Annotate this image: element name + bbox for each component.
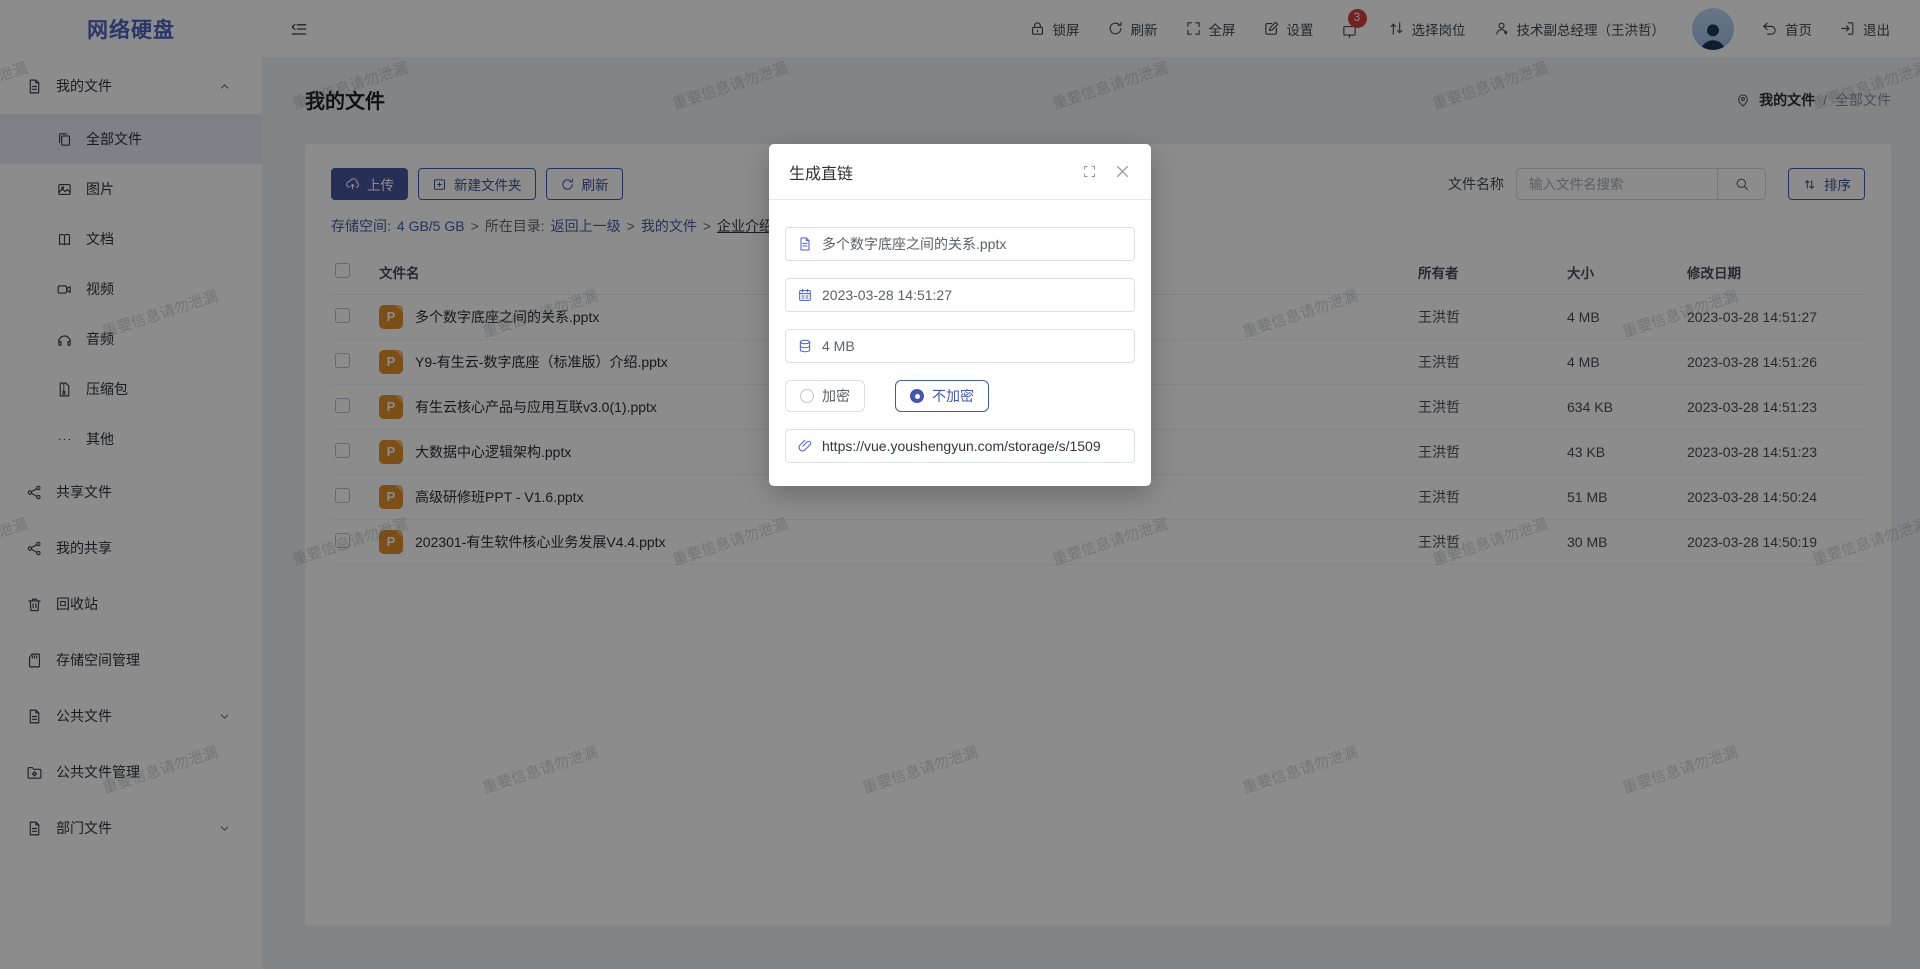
file-name-field: 多个数字底座之间的关系.pptx	[785, 227, 1135, 261]
radio-unselected-icon	[800, 389, 814, 403]
calendar-icon	[797, 287, 813, 303]
radio-selected-icon	[910, 389, 924, 403]
encrypt-radio-option[interactable]: 加密	[785, 380, 865, 412]
modal-tools	[1082, 163, 1131, 180]
generate-direct-link-modal: 生成直链 多个数字底座之间的关系.pptx 2023-03-28 14:51:2…	[769, 144, 1151, 486]
modal-title: 生成直链	[789, 160, 853, 184]
close-icon[interactable]	[1114, 163, 1131, 180]
file-size-field: 4 MB	[785, 329, 1135, 363]
file-icon	[797, 236, 813, 252]
direct-link-value: https://vue.youshengyun.com/storage/s/15…	[822, 438, 1101, 454]
file-name-value: 多个数字底座之间的关系.pptx	[822, 234, 1006, 254]
file-size-value: 4 MB	[822, 338, 855, 354]
modal-body: 多个数字底座之间的关系.pptx 2023-03-28 14:51:27 4 M…	[769, 200, 1151, 486]
modified-time-field: 2023-03-28 14:51:27	[785, 278, 1135, 312]
direct-link-field[interactable]: https://vue.youshengyun.com/storage/s/15…	[785, 429, 1135, 463]
expand-modal-icon[interactable]	[1082, 164, 1097, 179]
no-encrypt-label: 不加密	[932, 386, 974, 406]
modal-header: 生成直链	[769, 144, 1151, 200]
encryption-options: 加密 不加密	[785, 380, 1135, 412]
encrypt-label: 加密	[822, 386, 850, 406]
paperclip-icon	[797, 438, 813, 454]
modified-time-value: 2023-03-28 14:51:27	[822, 287, 952, 303]
no-encrypt-radio-option[interactable]: 不加密	[895, 380, 989, 412]
database-icon	[797, 338, 813, 354]
